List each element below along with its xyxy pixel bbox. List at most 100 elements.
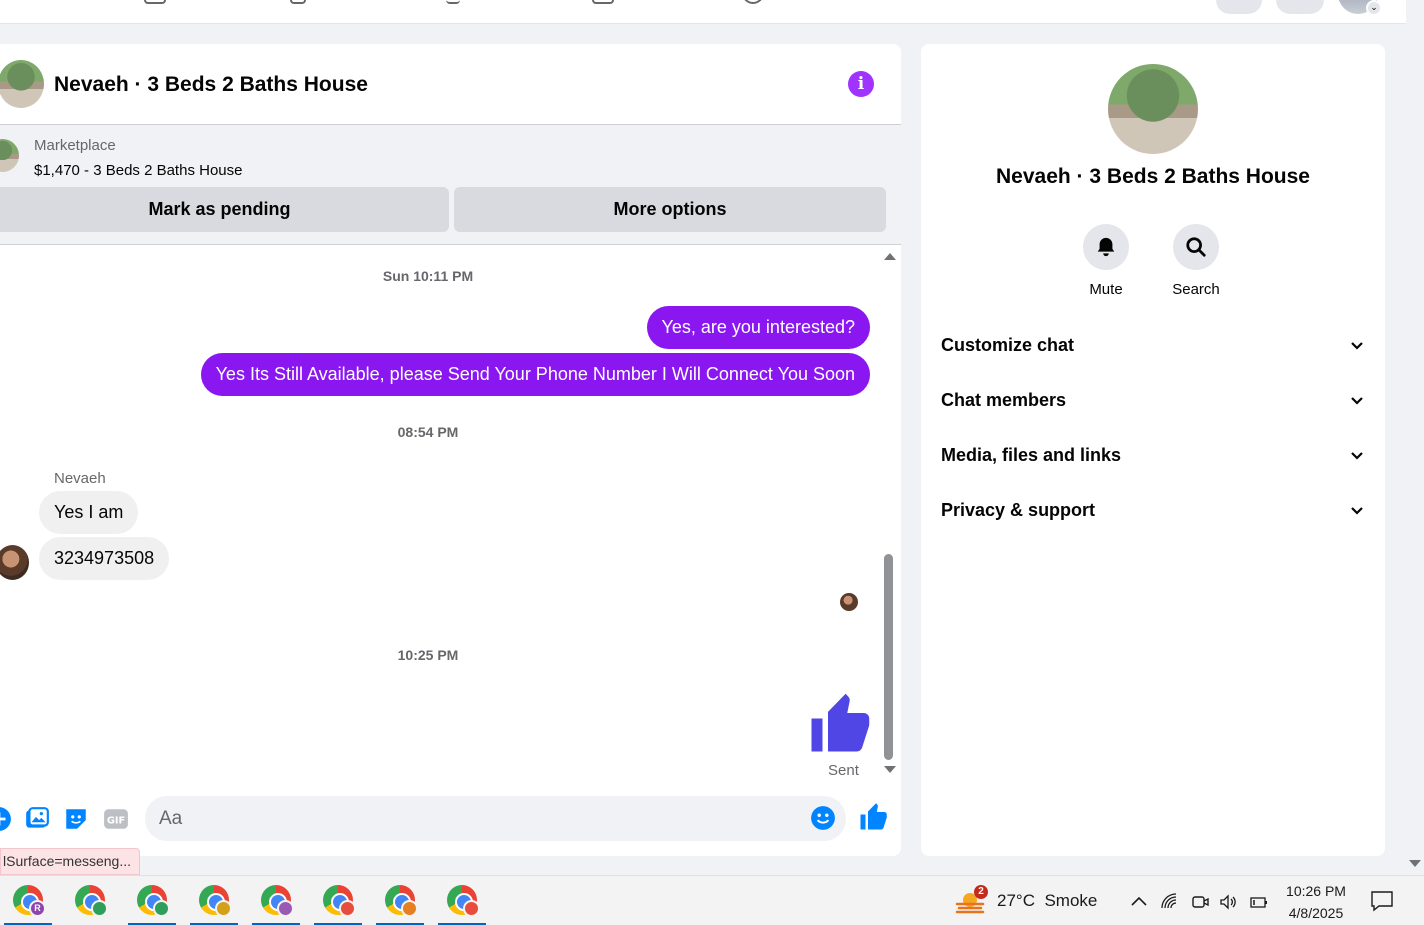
taskbar-chrome-app[interactable]	[64, 876, 116, 925]
profile-avatar[interactable]	[1108, 64, 1198, 154]
scroll-up-arrow-icon[interactable]	[884, 253, 896, 260]
outgoing-message[interactable]: Yes Its Still Available, please Send You…	[200, 353, 870, 396]
marketplace-banner: Marketplace $1,470 - 3 Beds 2 Baths Hous…	[0, 125, 901, 245]
chat-window: Nevaeh · 3 Beds 2 Baths House i Marketpl…	[0, 44, 901, 856]
system-clock[interactable]: 10:26 PM 4/8/2025	[1278, 880, 1354, 924]
profile-badge-icon: R	[29, 900, 46, 917]
message-input-container	[145, 796, 846, 841]
photo-icon[interactable]	[24, 806, 50, 832]
messenger-button[interactable]	[1276, 0, 1324, 14]
section-customize-chat[interactable]: Customize chat	[941, 325, 1369, 367]
weather-alert-badge: 2	[974, 885, 988, 899]
chevron-down-icon	[1351, 342, 1363, 350]
taskbar-chrome-app[interactable]	[126, 876, 178, 925]
scroll-down-arrow-icon[interactable]	[1409, 860, 1421, 867]
account-avatar[interactable]: ⌄	[1338, 0, 1382, 16]
battery-icon[interactable]	[1249, 892, 1269, 912]
taskbar-chrome-app[interactable]	[436, 876, 488, 925]
search-label: Search	[1172, 281, 1220, 298]
notifications-icon[interactable]	[1370, 890, 1394, 912]
scroll-thumb[interactable]	[884, 554, 893, 760]
profile-badge-icon	[91, 900, 108, 917]
mute-label: Mute	[1089, 281, 1123, 298]
chat-title[interactable]: Nevaeh · 3 Beds 2 Baths House	[54, 73, 368, 97]
search-button[interactable]: Search	[1156, 224, 1236, 298]
info-icon[interactable]: i	[848, 71, 874, 97]
section-label: Chat members	[941, 390, 1067, 410]
bell-icon	[1097, 237, 1115, 257]
message-composer: GIF	[0, 792, 901, 848]
volume-icon[interactable]	[1218, 892, 1238, 912]
weather-widget[interactable]: 2 27°C Smoke	[955, 884, 1115, 918]
menu-button[interactable]	[1216, 0, 1262, 14]
section-label: Customize chat	[941, 335, 1075, 355]
top-navigation-bar: ⌄	[0, 0, 1406, 24]
incoming-message[interactable]: Yes I am	[39, 491, 139, 534]
sticker-icon[interactable]	[63, 806, 89, 832]
mute-button[interactable]: Mute	[1066, 224, 1146, 298]
section-label: Media, files and links	[941, 445, 1122, 465]
like-button-icon[interactable]	[858, 802, 888, 832]
profile-badge-icon	[153, 900, 170, 917]
message-status: Sent	[828, 762, 859, 779]
add-icon[interactable]	[0, 806, 12, 832]
message-input[interactable]	[159, 796, 799, 841]
section-media-files-links[interactable]: Media, files and links	[941, 435, 1369, 477]
incoming-message[interactable]: 3234973508	[39, 537, 170, 580]
emoji-icon[interactable]	[810, 805, 836, 831]
mute-circle	[1083, 224, 1129, 270]
clock-date: 4/8/2025	[1288, 905, 1344, 921]
marketplace-icon[interactable]	[446, 0, 460, 4]
taskbar-chrome-app[interactable]	[250, 876, 302, 925]
taskbar-chrome-app[interactable]: R	[2, 876, 54, 925]
more-options-button[interactable]: More options	[454, 187, 886, 232]
profile-badge-icon	[339, 900, 356, 917]
groups-icon[interactable]	[592, 0, 614, 4]
listing-title[interactable]: $1,470 - 3 Beds 2 Baths House	[34, 162, 242, 179]
taskbar-chrome-app[interactable]	[374, 876, 426, 925]
chevron-down-icon	[1351, 507, 1363, 515]
wifi-icon[interactable]	[1160, 892, 1180, 912]
clock-time: 10:26 PM	[1286, 883, 1346, 899]
sender-name: Nevaeh	[54, 470, 106, 487]
section-privacy-support[interactable]: Privacy & support	[941, 490, 1369, 532]
taskbar-chrome-app[interactable]	[312, 876, 364, 925]
profile-badge-icon	[401, 900, 418, 917]
conversation-info-panel: Nevaeh · 3 Beds 2 Baths House Mute Searc…	[921, 44, 1385, 856]
video-icon[interactable]	[290, 0, 306, 4]
chat-avatar[interactable]	[0, 60, 44, 108]
scroll-down-arrow-icon[interactable]	[884, 766, 896, 773]
show-hidden-icons-icon[interactable]	[1129, 892, 1149, 912]
sender-avatar[interactable]	[0, 545, 29, 580]
message-scrollbar[interactable]	[882, 248, 896, 776]
meet-now-icon[interactable]	[1190, 892, 1210, 912]
windows-taskbar: R 2 27°C Smoke 10:26 PM 4/8/2025	[0, 875, 1424, 925]
section-chat-members[interactable]: Chat members	[941, 380, 1369, 422]
marketplace-label: Marketplace	[34, 137, 116, 154]
profile-name[interactable]: Nevaeh · 3 Beds 2 Baths House	[921, 165, 1385, 189]
message-list: Sun 10:11 PM Yes, are you interested? Ye…	[0, 245, 901, 783]
weather-text: 27°C Smoke	[997, 891, 1097, 911]
gaming-icon[interactable]	[742, 0, 764, 4]
chevron-down-icon	[1351, 452, 1363, 460]
gif-icon[interactable]: GIF	[103, 806, 129, 832]
taskbar-chrome-app[interactable]	[188, 876, 240, 925]
outgoing-message[interactable]: Yes, are you interested?	[646, 306, 870, 349]
listing-thumbnail[interactable]	[0, 139, 19, 172]
page-scrollbar[interactable]	[1406, 0, 1424, 875]
timestamp: 08:54 PM	[397, 424, 459, 440]
section-label: Privacy & support	[941, 500, 1096, 520]
timestamp: Sun 10:11 PM	[382, 268, 474, 284]
search-icon	[1186, 237, 1206, 257]
weather-condition: Smoke	[1044, 891, 1098, 910]
chevron-down-icon: ⌄	[1366, 0, 1382, 16]
chat-header: Nevaeh · 3 Beds 2 Baths House i	[0, 44, 901, 125]
svg-text:GIF: GIF	[107, 815, 125, 826]
temperature: 27°C	[997, 891, 1035, 910]
chevron-down-icon	[1351, 397, 1363, 405]
timestamp: 10:25 PM	[397, 647, 459, 663]
search-circle	[1173, 224, 1219, 270]
home-icon[interactable]	[144, 0, 166, 4]
thumbs-up-icon[interactable]	[806, 691, 872, 757]
mark-as-pending-button[interactable]: Mark as pending	[0, 187, 449, 232]
